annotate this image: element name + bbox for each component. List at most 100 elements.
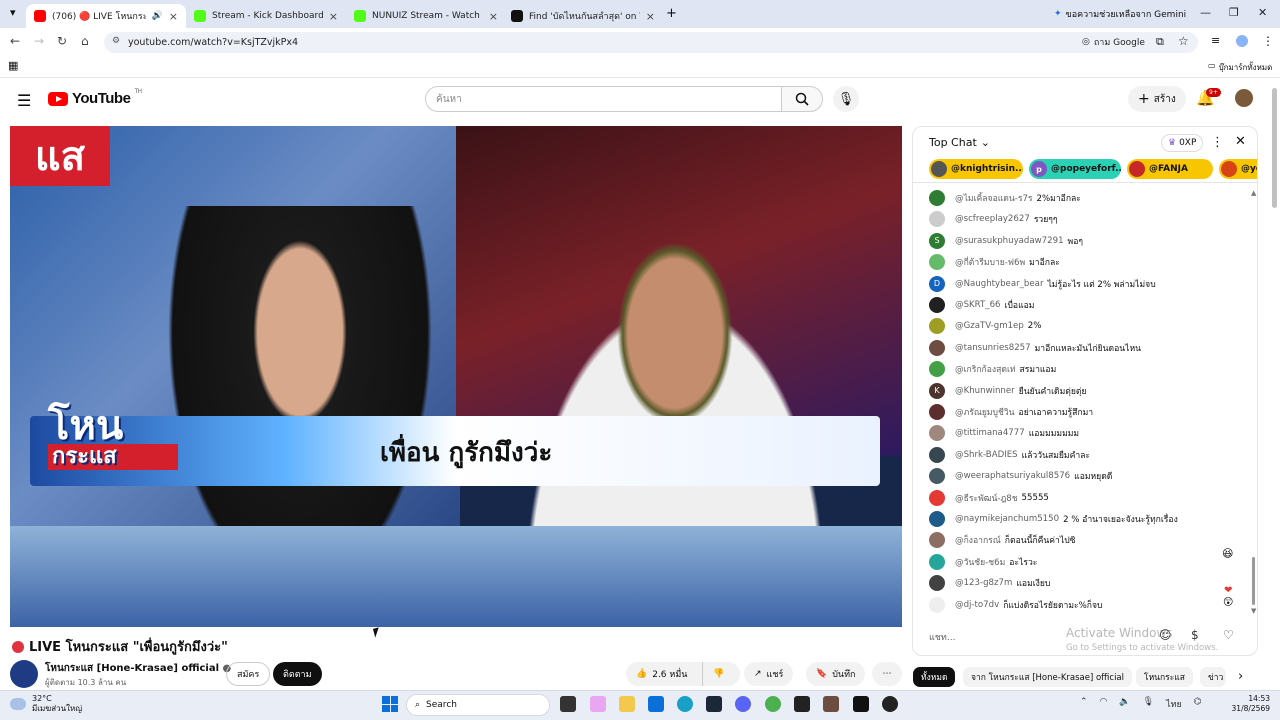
app-icon[interactable] [794, 696, 810, 712]
chat-author-name[interactable]: @tittimana4777 [955, 428, 1025, 438]
back-icon[interactable]: ← [10, 34, 20, 48]
chat-author-name[interactable]: @scfreeplay2627 [955, 214, 1030, 224]
browser-tab-tiktok[interactable]: Find 'บัดไหนกันสลำสุด' on TikTok × [503, 4, 663, 28]
chat-scroll-up-icon[interactable]: ▲ [1251, 189, 1256, 197]
taskbar-clock[interactable]: 14:53 31/8/2569 [1224, 694, 1270, 714]
chat-author-name[interactable]: @Naughtybear_bear [955, 279, 1043, 289]
browser-tab-kick-stream[interactable]: NUNUIZ Stream - Watch Live o × [346, 4, 506, 28]
chat-mode-dropdown[interactable]: Top Chat ⌄ [929, 136, 990, 149]
chat-author-name[interactable]: @Shrk-BADIES [955, 450, 1018, 460]
tray-chevron-icon[interactable]: ⌃ [1080, 697, 1088, 711]
chat-author-avatar[interactable]: S [929, 232, 945, 249]
chat-author-name[interactable]: @Khunwinner [955, 386, 1015, 396]
create-button[interactable]: + สร้าง [1128, 86, 1186, 112]
bookmark-star-icon[interactable]: ☆ [1178, 34, 1189, 48]
app-icon[interactable] [823, 696, 839, 712]
account-avatar[interactable] [1235, 89, 1253, 107]
chat-author-avatar[interactable] [929, 339, 945, 356]
windows-start-icon[interactable] [382, 696, 398, 712]
all-bookmarks-button[interactable]: ▭ บุ๊กมาร์กทั้งหมด [1208, 61, 1272, 74]
chat-author-avatar[interactable]: D [929, 275, 945, 292]
chat-author-name[interactable]: @ธีระพัฒน์-ฎ8ช [955, 491, 1018, 505]
chip-news[interactable]: ข่าว [1200, 667, 1226, 687]
chat-author-avatar[interactable] [929, 489, 945, 506]
network-icon[interactable]: ◠ [1100, 697, 1108, 711]
emoji-icon[interactable]: ☺ [1159, 628, 1172, 642]
weather-widget[interactable]: 32°C มีเมฆส่วนใหญ่ [10, 694, 82, 714]
pinned-supporter-pill[interactable]: @yo [1219, 159, 1257, 179]
chat-author-avatar[interactable] [929, 318, 945, 335]
chat-author-name[interactable]: @surasukphuyadaw7291 [955, 236, 1064, 246]
chat-close-icon[interactable]: ✕ [1235, 134, 1246, 149]
voice-search-button[interactable]: 🎙 [833, 86, 859, 112]
address-bar[interactable]: ⚙ youtube.com/watch?v=KsjTZvjkPx4 [104, 32, 1198, 53]
copilot-icon[interactable] [590, 696, 606, 712]
gemini-button[interactable]: ✦ ขอความช่วยเหลือจาก Gemini [1048, 5, 1192, 23]
channel-name[interactable]: โหนกระแส [Hone-Krasae] official ● [45, 661, 231, 676]
chat-author-avatar[interactable] [929, 596, 945, 613]
chat-author-name[interactable]: @วันชัย-ช6ม [955, 555, 1005, 569]
profile-icon[interactable] [1236, 35, 1248, 47]
search-input[interactable]: ค้นหา [425, 86, 781, 112]
task-view-icon[interactable] [560, 696, 576, 712]
youtube-logo[interactable]: YouTube TH [48, 89, 142, 107]
chat-author-name[interactable]: @กี่ต้ารีมบาย-ฟ6พ [955, 255, 1025, 269]
edge-icon[interactable] [677, 696, 693, 712]
chat-author-avatar[interactable] [929, 425, 945, 442]
apps-icon[interactable]: ▦ [8, 59, 18, 72]
dislike-button[interactable]: 👎 [702, 662, 740, 686]
chat-author-name[interactable]: @dj-to7dv [955, 600, 999, 610]
tab-close-icon[interactable]: × [169, 10, 178, 23]
chat-scroll-down-icon[interactable]: ▼ [1251, 607, 1256, 615]
chat-author-name[interactable]: @ภรัณยูมบูชีวิน [955, 405, 1015, 419]
chip-next-chevron-icon[interactable]: › [1238, 669, 1243, 684]
chip-all[interactable]: ทั้งหมด [913, 667, 956, 687]
store-icon[interactable] [648, 696, 664, 712]
search-button[interactable] [781, 86, 823, 112]
chat-author-avatar[interactable] [929, 468, 945, 485]
chrome-icon[interactable] [765, 696, 781, 712]
chat-author-avatar[interactable] [929, 361, 945, 378]
app-icon[interactable] [853, 696, 869, 712]
channel-avatar[interactable] [10, 660, 38, 688]
chat-scrollbar-thumb[interactable] [1252, 557, 1255, 605]
input-language[interactable]: ไทย [1166, 697, 1182, 711]
browser-menu-icon[interactable]: ⋮ [1262, 34, 1274, 48]
more-actions-button[interactable]: ⋯ [872, 662, 902, 686]
home-icon[interactable]: ⌂ [81, 34, 89, 48]
tab-close-icon[interactable]: × [646, 10, 655, 23]
chat-author-name[interactable]: @123-g8z7m [955, 578, 1012, 588]
minimize-icon[interactable]: — [1200, 6, 1211, 19]
pinned-supporter-pill[interactable]: @knightrisin... [929, 159, 1023, 179]
browser-tab-kick-dashboard[interactable]: Stream - Kick Dashboard × [186, 4, 346, 28]
chat-author-avatar[interactable] [929, 446, 945, 463]
chat-author-name[interactable]: @ไมเคิ้ลจอแดน-ร7ร [955, 191, 1033, 205]
chat-author-name[interactable]: @naymikejanchum5150 [955, 514, 1059, 524]
chat-author-name[interactable]: @weeraphatsuriyakul8576 [955, 471, 1070, 481]
tab-close-icon[interactable]: × [489, 10, 498, 23]
heart-icon[interactable]: ♡ [1223, 628, 1234, 642]
chat-author-avatar[interactable] [929, 211, 945, 228]
xp-badge[interactable]: ♛ 0XP [1161, 134, 1204, 152]
close-window-icon[interactable]: ✕ [1258, 6, 1267, 19]
audio-icon[interactable]: 🔊 [152, 11, 163, 21]
chat-author-name[interactable]: @GzaTV-gm1ep [955, 321, 1024, 331]
chat-author-name[interactable]: @SKRT_66 [955, 300, 1001, 310]
forward-icon[interactable]: → [34, 34, 44, 48]
chip-from-channel[interactable]: จาก โหนกระแส [Hone-Krasae] official [963, 667, 1133, 687]
chat-author-avatar[interactable] [929, 511, 945, 527]
chat-author-avatar[interactable] [929, 254, 945, 271]
page-scrollbar-thumb[interactable] [1272, 88, 1277, 208]
file-explorer-icon[interactable] [619, 696, 635, 712]
chat-author-avatar[interactable] [929, 553, 945, 570]
chat-more-icon[interactable]: ⋮ [1211, 135, 1224, 150]
new-tab-button[interactable]: + [666, 6, 677, 21]
chat-author-name[interactable]: @ก็งอากรณ์ [955, 533, 1001, 547]
ask-google-button[interactable]: ◎ ถาม Google [1082, 35, 1145, 49]
install-app-icon[interactable]: ⧉ [1156, 35, 1164, 49]
chat-author-avatar[interactable] [929, 575, 945, 592]
chat-author-avatar[interactable] [929, 532, 945, 549]
taskbar-search[interactable]: ⌕ Search [406, 694, 550, 716]
like-button[interactable]: 👍 2.6 หมื่น [626, 662, 702, 686]
chat-author-name[interactable]: @tansunries8257 [955, 343, 1031, 353]
